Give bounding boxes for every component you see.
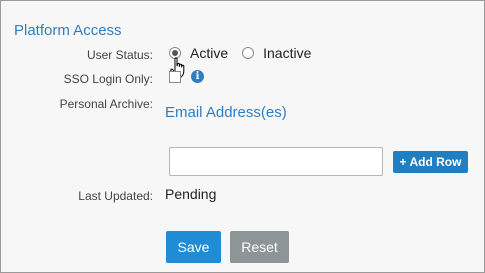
last-updated-label: Last Updated: [78,189,153,203]
add-row-button[interactable]: + Add Row [393,151,468,173]
save-button[interactable]: Save [166,231,221,263]
active-radio-label[interactable]: Active [190,45,228,61]
platform-access-panel: Platform Access User Status: Active Inac… [0,0,485,273]
user-status-radio-group: Active Inactive [169,45,325,61]
info-icon[interactable]: i [191,70,204,83]
sso-login-checkbox[interactable] [169,71,181,83]
inactive-radio-label[interactable]: Inactive [263,45,311,61]
email-addresses-heading: Email Address(es) [165,104,287,121]
user-status-label: User Status: [86,48,153,62]
reset-button[interactable]: Reset [230,231,289,263]
personal-archive-label: Personal Archive: [59,97,153,111]
email-address-input[interactable] [169,147,383,176]
sso-login-label: SSO Login Only: [63,72,153,86]
inactive-radio[interactable] [242,47,255,59]
section-title: Platform Access [14,22,122,39]
last-updated-value: Pending [165,186,217,202]
